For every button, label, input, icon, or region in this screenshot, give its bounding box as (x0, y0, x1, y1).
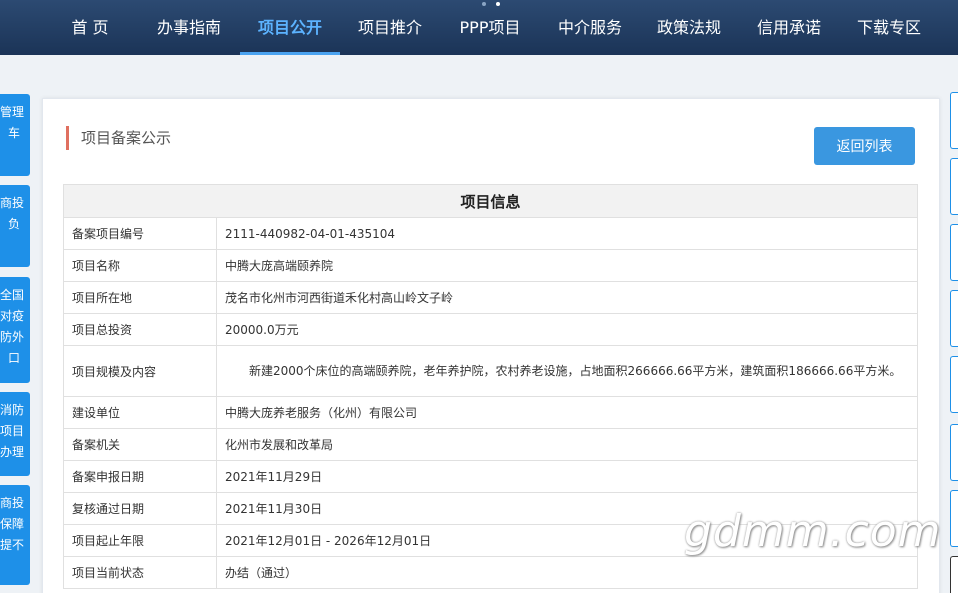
table-header: 项目信息 (63, 184, 918, 218)
left-tab-3[interactable]: 全国 对疫 防外口 (0, 277, 30, 383)
table-row: 备案项目编号 2111-440982-04-01-435104 (63, 217, 918, 250)
row-value: 20000.0万元 (216, 313, 918, 346)
table-row: 备案机关 化州市发展和改革局 (63, 428, 918, 461)
nav-guide[interactable]: 办事指南 (148, 0, 230, 55)
left-tab-1[interactable]: 管理车 (0, 94, 30, 176)
row-label: 项目当前状态 (63, 556, 217, 589)
row-value: 新建2000个床位的高端颐养院，老年养护院，农村养老设施，占地面积266666.… (216, 345, 918, 397)
table-row: 项目总投资 20000.0万元 (63, 313, 918, 346)
scale-content-text: 新建2000个床位的高端颐养院，老年养护院，农村养老设施，占地面积266666.… (249, 364, 902, 378)
row-value: 茂名市化州市河西街道禾化村高山岭文子岭 (216, 281, 918, 314)
row-label: 项目名称 (63, 249, 217, 282)
nav-policy[interactable]: 政策法规 (648, 0, 730, 55)
right-tab-4[interactable] (950, 290, 958, 347)
row-value: 2111-440982-04-01-435104 (216, 217, 918, 250)
table-row: 建设单位 中腾大庞养老服务（化州）有限公司 (63, 396, 918, 429)
left-tab-5[interactable]: 商投 保障 提不 (0, 485, 30, 585)
nav-ppp[interactable]: PPP项目 (450, 0, 530, 55)
table-row: 项目规模及内容 新建2000个床位的高端颐养院，老年养护院，农村养老设施，占地面… (63, 345, 918, 397)
table-row: 项目当前状态 办结（通过） (63, 556, 918, 589)
row-label: 项目规模及内容 (63, 345, 217, 397)
right-tab-1[interactable] (950, 92, 958, 149)
row-value: 化州市发展和改革局 (216, 428, 918, 461)
nav-credit[interactable]: 信用承诺 (748, 0, 830, 55)
table-row: 项目名称 中腾大庞高端颐养院 (63, 249, 918, 282)
row-value: 中腾大庞养老服务（化州）有限公司 (216, 396, 918, 429)
nav-download[interactable]: 下载专区 (848, 0, 930, 55)
row-value: 办结（通过） (216, 556, 918, 589)
row-value: 中腾大庞高端颐养院 (216, 249, 918, 282)
row-label: 备案机关 (63, 428, 217, 461)
nav-home[interactable]: 首 页 (62, 0, 118, 55)
nav-agency[interactable]: 中介服务 (550, 0, 630, 55)
nav-project-public[interactable]: 项目公开 (240, 0, 340, 55)
row-label: 项目所在地 (63, 281, 217, 314)
top-navigation: 首 页 办事指南 项目公开 项目推介 PPP项目 中介服务 政策法规 信用承诺 … (0, 0, 958, 55)
right-tab-2[interactable] (950, 158, 958, 215)
right-tab-8[interactable] (950, 556, 958, 593)
page-title: 项目备案公示 (66, 126, 171, 150)
table-row: 备案申报日期 2021年11月29日 (63, 460, 918, 493)
row-label: 备案项目编号 (63, 217, 217, 250)
right-tab-7[interactable] (950, 490, 958, 547)
back-to-list-button[interactable]: 返回列表 (814, 127, 915, 165)
left-tab-2[interactable]: 商投负 (0, 185, 30, 267)
right-tab-6[interactable] (950, 424, 958, 481)
right-tab-3[interactable] (950, 224, 958, 281)
row-label: 项目总投资 (63, 313, 217, 346)
watermark: gdmm.com (684, 506, 942, 557)
right-tab-5[interactable] (950, 356, 958, 413)
row-value: 2021年11月29日 (216, 460, 918, 493)
row-label: 备案申报日期 (63, 460, 217, 493)
row-label: 建设单位 (63, 396, 217, 429)
row-label: 复核通过日期 (63, 492, 217, 525)
nav-project-promo[interactable]: 项目推介 (350, 0, 430, 55)
table-row: 项目所在地 茂名市化州市河西街道禾化村高山岭文子岭 (63, 281, 918, 314)
left-tab-4[interactable]: 消防 项目 办理 (0, 392, 30, 476)
row-label: 项目起止年限 (63, 524, 217, 557)
